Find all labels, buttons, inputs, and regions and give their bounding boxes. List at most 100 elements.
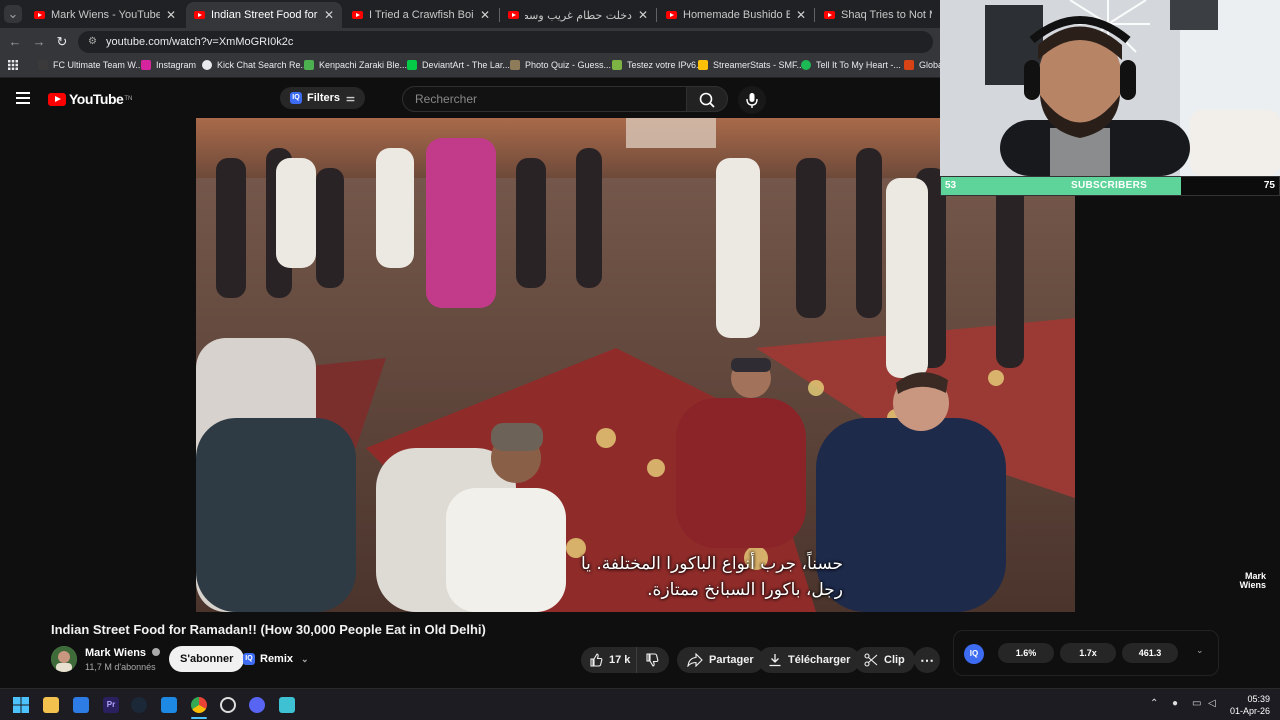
bookmark-label: Testez votre IPv6. <box>627 60 699 70</box>
channel-name-text: Mark Wiens <box>85 647 147 659</box>
bookmark-label: Tell It To My Heart -... <box>816 60 901 70</box>
youtube-favicon-icon <box>508 11 519 19</box>
tab-title: Homemade Bushido Black Smoke <box>683 9 790 21</box>
tab-title: I Tried a Crawfish Boil at New Orleans <box>369 9 474 21</box>
bookmark-kick-chat[interactable]: Kick Chat Search Re... <box>202 60 308 70</box>
channel-watermark[interactable]: Mark Wiens <box>1226 572 1266 590</box>
notepad-icon[interactable] <box>279 697 295 713</box>
discord-icon[interactable] <box>249 697 265 713</box>
iq-extension-icon: IQ <box>243 653 255 665</box>
active-app-indicator <box>191 717 207 719</box>
bookmarks-bar: FC Ultimate Team W... Instagram Kick Cha… <box>0 56 943 78</box>
chevron-up-icon[interactable]: ⌃ <box>1150 698 1158 709</box>
youtube-favicon-icon <box>666 11 677 19</box>
sliders-icon: ⚌ <box>346 92 355 104</box>
bookmark-streamerstats[interactable]: StreamerStats - SMF... <box>698 60 804 70</box>
scissors-icon <box>864 653 878 667</box>
menu-hamburger-icon[interactable] <box>16 92 30 104</box>
bookmark-ipv6[interactable]: Testez votre IPv6. <box>612 60 699 70</box>
windows-start-icon[interactable] <box>13 697 29 713</box>
clock-date: 01-Apr-26 <box>1229 706 1270 716</box>
file-explorer-icon[interactable] <box>43 697 59 713</box>
bookmark-instagram[interactable]: Instagram <box>141 60 196 70</box>
close-tab-icon[interactable]: ✕ <box>796 8 806 22</box>
search-input[interactable] <box>402 86 687 112</box>
caption-line-2: رجل، باكورا السبانخ ممتازة. <box>647 580 843 600</box>
bookmark-label: StreamerStats - SMF... <box>713 60 805 70</box>
remix-label: Remix <box>260 653 294 665</box>
stat-multiplier: 1.7x <box>1060 643 1116 663</box>
browser-tab-active[interactable]: Indian Street Food for Ramadan!! (How 30… <box>186 2 342 28</box>
browser-tab-mark-wiens[interactable]: Mark Wiens - YouTube ✕ <box>26 2 184 28</box>
outlook-icon[interactable] <box>73 697 89 713</box>
site-settings-icon[interactable]: ⚙ <box>88 36 100 48</box>
bookmark-label: Photo Quiz - Guess... <box>525 60 612 70</box>
youtube-header: YouTube TN IQ Filters ⚌ <box>0 78 940 118</box>
bookmark-deviantart[interactable]: DeviantArt - The Lar... <box>407 60 510 70</box>
dislike-button[interactable] <box>637 647 665 673</box>
clip-button[interactable]: Clip <box>854 647 915 673</box>
microphone-icon[interactable]: ● <box>1172 698 1178 709</box>
remix-button[interactable]: IQ Remix ⌄ <box>243 648 309 670</box>
bookmark-favicon-icon <box>698 60 708 70</box>
share-label: Partager <box>709 654 754 666</box>
like-button[interactable]: 17 k <box>581 647 637 673</box>
thumbs-up-icon <box>590 653 603 667</box>
volume-icon[interactable]: ◁ <box>1208 698 1216 709</box>
subscriber-goal-bar: 53 SUBSCRIBERS 75 <box>940 176 1280 196</box>
filters-label: Filters <box>307 92 341 104</box>
bookmark-favicon-icon <box>304 60 314 70</box>
premiere-icon[interactable]: Pr <box>103 697 119 713</box>
battlenet-icon[interactable] <box>161 697 177 713</box>
bookmark-favicon-icon <box>38 60 48 70</box>
tab-title: Indian Street Food for Ramadan!! (How 30… <box>211 9 318 21</box>
bookmark-tell-it[interactable]: Tell It To My Heart -... <box>801 60 901 70</box>
tab-title: دخلت حطام غريب وسط البحر و <box>525 8 632 22</box>
browser-tab-shaq[interactable]: Shaq Tries to Not Make a Face <box>816 2 940 28</box>
watermark-line-2: Wiens <box>1239 580 1266 590</box>
bookmark-fc-ultimate[interactable]: FC Ultimate Team W... <box>38 60 143 70</box>
chrome-icon[interactable] <box>191 697 207 713</box>
extension-stats-panel: IQ 1.6% 1.7x 461.3 ⌄ <box>953 630 1219 676</box>
chevron-down-icon: ⌄ <box>301 653 309 664</box>
tab-divider <box>656 8 657 22</box>
download-icon <box>769 654 781 667</box>
network-icon[interactable]: ▭ <box>1192 698 1201 709</box>
browser-tab-crawfish[interactable]: I Tried a Crawfish Boil at New Orleans ✕ <box>344 2 498 28</box>
tab-search-button[interactable]: ⌄ <box>4 5 22 23</box>
bookmark-photo-quiz[interactable]: Photo Quiz - Guess... <box>510 60 611 70</box>
filters-button[interactable]: IQ Filters ⚌ <box>280 87 365 109</box>
thumbs-down-icon <box>646 653 659 667</box>
browser-tab-arabic[interactable]: دخلت حطام غريب وسط البحر و ✕ <box>500 2 656 28</box>
close-tab-icon[interactable]: ✕ <box>324 8 334 22</box>
search-button[interactable] <box>686 86 728 112</box>
search-icon <box>699 92 715 108</box>
steam-icon[interactable] <box>131 697 147 713</box>
forward-arrow-icon[interactable]: → <box>30 33 48 51</box>
bookmark-globa[interactable]: Globa <box>904 60 943 70</box>
youtube-logo[interactable]: YouTube TN <box>48 91 132 107</box>
share-button[interactable]: Partager <box>677 647 764 673</box>
voice-search-button[interactable] <box>738 86 766 114</box>
iq-extension-icon[interactable]: IQ <box>964 644 984 664</box>
clip-label: Clip <box>884 654 905 666</box>
url-field[interactable]: ⚙ youtube.com/watch?v=XmMoGRI0k2c <box>78 31 933 53</box>
reload-icon[interactable]: ↻ <box>53 33 71 51</box>
apps-grid-icon[interactable] <box>8 60 18 70</box>
close-tab-icon[interactable]: ✕ <box>166 8 176 22</box>
browser-tab-bushido[interactable]: Homemade Bushido Black Smoke ✕ <box>658 2 814 28</box>
system-clock[interactable]: 05:39 01-Apr-26 <box>1230 693 1270 717</box>
close-tab-icon[interactable]: ✕ <box>638 8 648 22</box>
youtube-favicon-icon <box>352 11 363 19</box>
address-bar-row: ← → ↻ ⚙ youtube.com/watch?v=XmMoGRI0k2c <box>0 28 940 56</box>
obs-icon[interactable] <box>220 697 236 713</box>
more-actions-button[interactable]: ⋯ <box>914 647 940 673</box>
chevron-down-icon[interactable]: ⌄ <box>1196 645 1204 656</box>
channel-avatar[interactable] <box>51 646 77 672</box>
download-button[interactable]: Télécharger <box>758 647 861 673</box>
channel-name[interactable]: Mark Wiens <box>85 647 161 659</box>
close-tab-icon[interactable]: ✕ <box>480 8 490 22</box>
back-arrow-icon[interactable]: ← <box>6 33 24 51</box>
bookmark-kenpachi[interactable]: Kenpachi Zaraki Ble... <box>304 60 407 70</box>
subscribe-button[interactable]: S'abonner <box>169 646 245 672</box>
